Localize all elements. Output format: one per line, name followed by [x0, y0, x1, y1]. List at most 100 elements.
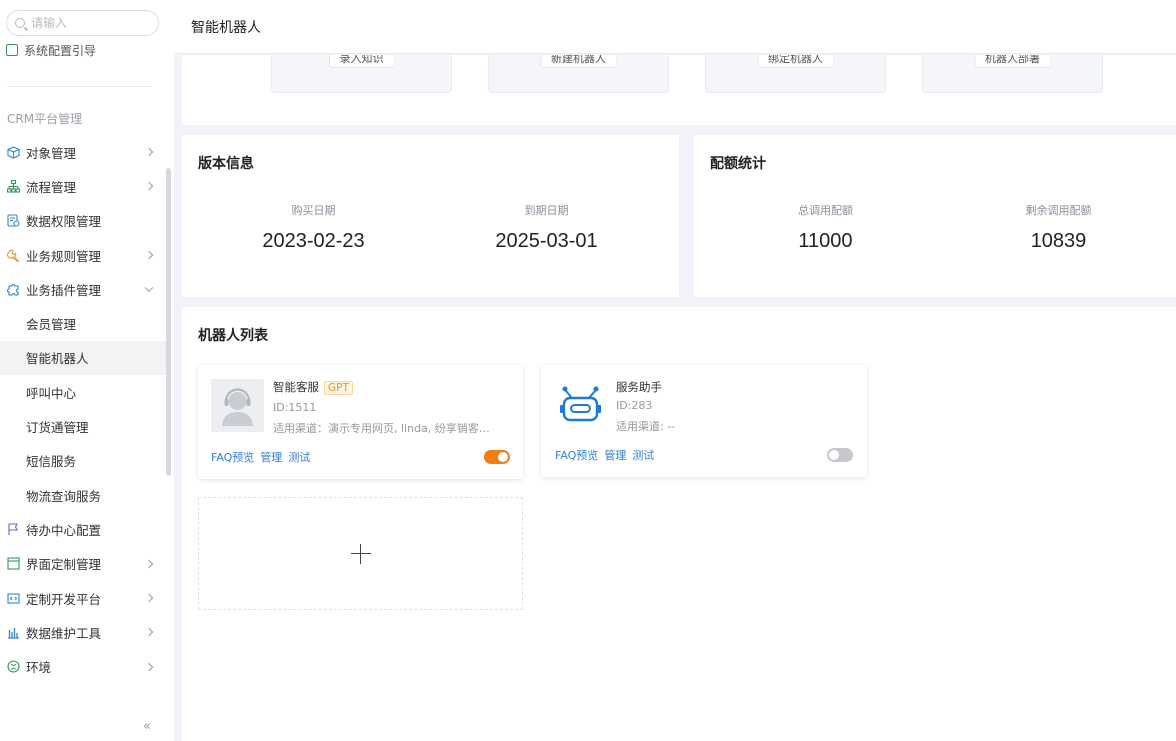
chevron-right-icon — [144, 593, 154, 603]
test-link[interactable]: 测试 — [632, 449, 654, 462]
add-robot-card[interactable] — [198, 497, 523, 610]
quick-actions-panel: 录入知识 新建机器人 绑定机器人 机器人部署 — [182, 55, 1176, 125]
search-box[interactable] — [6, 10, 159, 36]
search-icon — [15, 18, 25, 28]
search-input[interactable] — [31, 16, 141, 30]
expire-date-stat: 到期日期 2025-03-01 — [430, 202, 663, 253]
robot-channels: 适用渠道: -- — [616, 420, 676, 433]
robot-actions: FAQ预览 管理 测试 — [211, 449, 316, 465]
sidebar-item-label: 对象管理 — [26, 145, 77, 161]
sidebar-item-smart-robot[interactable]: 智能机器人 — [0, 340, 166, 376]
quota-title: 配额统计 — [710, 156, 766, 172]
guide-icon — [6, 44, 18, 56]
sidebar-item-member-management[interactable]: 会员管理 — [0, 306, 166, 340]
robot-channels: 适用渠道：演示专用网页, linda, 纷享销客互... — [273, 422, 498, 435]
quick-action-button[interactable]: 新建机器人 — [540, 55, 617, 68]
flag-icon — [7, 523, 20, 536]
robot-card[interactable]: 智能客服 GPT ID:1511 适用渠道：演示专用网页, linda, 纷享销客… — [198, 365, 523, 479]
robot-card[interactable]: 服务助手 ID:283 适用渠道: -- FAQ预览 管理 测试 — [541, 365, 867, 477]
sidebar-item-label: 物流查询服务 — [26, 488, 102, 504]
test-link[interactable]: 测试 — [288, 451, 310, 464]
sidebar-item-environment[interactable]: 环境 — [0, 649, 166, 683]
chevron-right-icon — [144, 250, 154, 260]
code-icon — [7, 592, 20, 605]
purchase-date-value: 2023-02-23 — [262, 230, 365, 252]
total-quota-label: 总调用配额 — [798, 204, 853, 217]
quick-action-card[interactable]: 绑定机器人 — [705, 55, 886, 93]
robot-name: 智能客服 GPT — [273, 379, 353, 395]
sidebar-item-label: 界面定制管理 — [26, 557, 102, 573]
collapse-sidebar-button[interactable]: « — [143, 719, 151, 734]
sidebar-item-label: 待办中心配置 — [26, 522, 102, 538]
sidebar-item-flow-management[interactable]: 流程管理 — [0, 169, 166, 203]
purchase-date-stat: 购买日期 2023-02-23 — [197, 202, 430, 253]
chevron-right-icon — [144, 662, 154, 671]
sidebar-item-call-center[interactable]: 呼叫中心 — [0, 375, 166, 409]
sidebar-item-label: 智能机器人 — [26, 351, 89, 367]
sidebar: 系统配置引导 CRM平台管理 对象管理 流程管理 数据权限管理 业务规则管理 业… — [0, 0, 174, 741]
robot-icon — [560, 386, 601, 422]
expire-date-value: 2025-03-01 — [495, 230, 598, 252]
faq-preview-link[interactable]: FAQ预览 — [211, 451, 254, 464]
sidebar-item-sms-service[interactable]: 短信服务 — [0, 444, 166, 478]
bar-chart-icon — [7, 626, 20, 639]
quick-action-button[interactable]: 录入知识 — [328, 55, 395, 68]
robot-name: 服务助手 — [616, 380, 662, 394]
robot-name-text: 智能客服 — [273, 380, 319, 394]
cube-icon — [7, 146, 20, 159]
page-title: 智能机器人 — [191, 19, 261, 36]
wrench-icon — [7, 249, 20, 262]
remaining-quota-label: 剩余调用配额 — [1025, 204, 1092, 217]
sidebar-item-label: 订货通管理 — [26, 420, 89, 436]
sidebar-item-system-guide[interactable]: 系统配置引导 — [6, 43, 96, 60]
quota-panel: 配额统计 总调用配额 11000 剩余调用配额 10839 — [694, 135, 1176, 297]
robot-enable-toggle[interactable] — [827, 448, 853, 462]
sidebar-section-label: CRM平台管理 — [7, 112, 83, 126]
manage-link[interactable]: 管理 — [260, 451, 282, 464]
sidebar-menu: 对象管理 流程管理 数据权限管理 业务规则管理 业务插件管理 会员管理 智能机器… — [0, 135, 166, 684]
sidebar-item-label: 业务规则管理 — [26, 248, 102, 264]
sidebar-item-data-permission[interactable]: 数据权限管理 — [0, 204, 166, 238]
sidebar-item-label: 呼叫中心 — [26, 385, 77, 401]
manage-link[interactable]: 管理 — [604, 449, 626, 462]
environment-icon — [7, 660, 20, 673]
quick-action-button[interactable]: 绑定机器人 — [757, 55, 834, 68]
plugin-icon — [7, 283, 20, 296]
sidebar-item-label: 流程管理 — [26, 179, 77, 195]
total-quota-value: 11000 — [798, 230, 853, 252]
total-quota-stat: 总调用配额 11000 — [709, 202, 942, 253]
robot-avatar — [211, 379, 264, 432]
sidebar-item-order-management[interactable]: 订货通管理 — [0, 409, 166, 443]
robot-enable-toggle[interactable] — [484, 450, 510, 464]
sidebar-item-object-management[interactable]: 对象管理 — [0, 135, 166, 169]
sidebar-item-data-maintenance[interactable]: 数据维护工具 — [0, 615, 166, 649]
data-permission-icon — [7, 214, 20, 227]
sidebar-item-label: 数据维护工具 — [26, 625, 102, 641]
sidebar-item-todo-center[interactable]: 待办中心配置 — [0, 512, 166, 546]
sidebar-item-label: 会员管理 — [26, 317, 77, 333]
sidebar-item-ui-customization[interactable]: 界面定制管理 — [0, 547, 166, 581]
quick-action-card[interactable]: 录入知识 — [271, 55, 452, 93]
chevron-down-icon — [144, 283, 154, 293]
chevron-right-icon — [144, 182, 154, 191]
quick-action-button[interactable]: 机器人部署 — [974, 55, 1051, 68]
chevron-right-icon — [144, 559, 154, 568]
sidebar-item-logistics-service[interactable]: 物流查询服务 — [0, 478, 166, 512]
purchase-date-label: 购买日期 — [291, 204, 336, 217]
sidebar-item-custom-dev-platform[interactable]: 定制开发平台 — [0, 581, 166, 615]
quick-action-card[interactable]: 新建机器人 — [488, 55, 669, 93]
faq-preview-link[interactable]: FAQ预览 — [555, 449, 598, 462]
sidebar-item-label: 数据权限管理 — [26, 214, 102, 230]
gpt-badge: GPT — [324, 381, 353, 395]
sidebar-scrollbar[interactable] — [166, 168, 171, 476]
sidebar-item-business-rules[interactable]: 业务规则管理 — [0, 238, 166, 272]
chevron-right-icon — [144, 628, 154, 637]
flow-icon — [7, 179, 20, 193]
version-info-title: 版本信息 — [198, 156, 254, 172]
sidebar-divider — [7, 86, 151, 87]
quick-action-card[interactable]: 机器人部署 — [922, 55, 1103, 93]
chevron-right-icon — [144, 147, 154, 157]
page-header: 智能机器人 — [174, 0, 1176, 54]
sidebar-item-business-plugins[interactable]: 业务插件管理 — [0, 272, 166, 306]
sidebar-item-label: 环境 — [26, 660, 52, 676]
